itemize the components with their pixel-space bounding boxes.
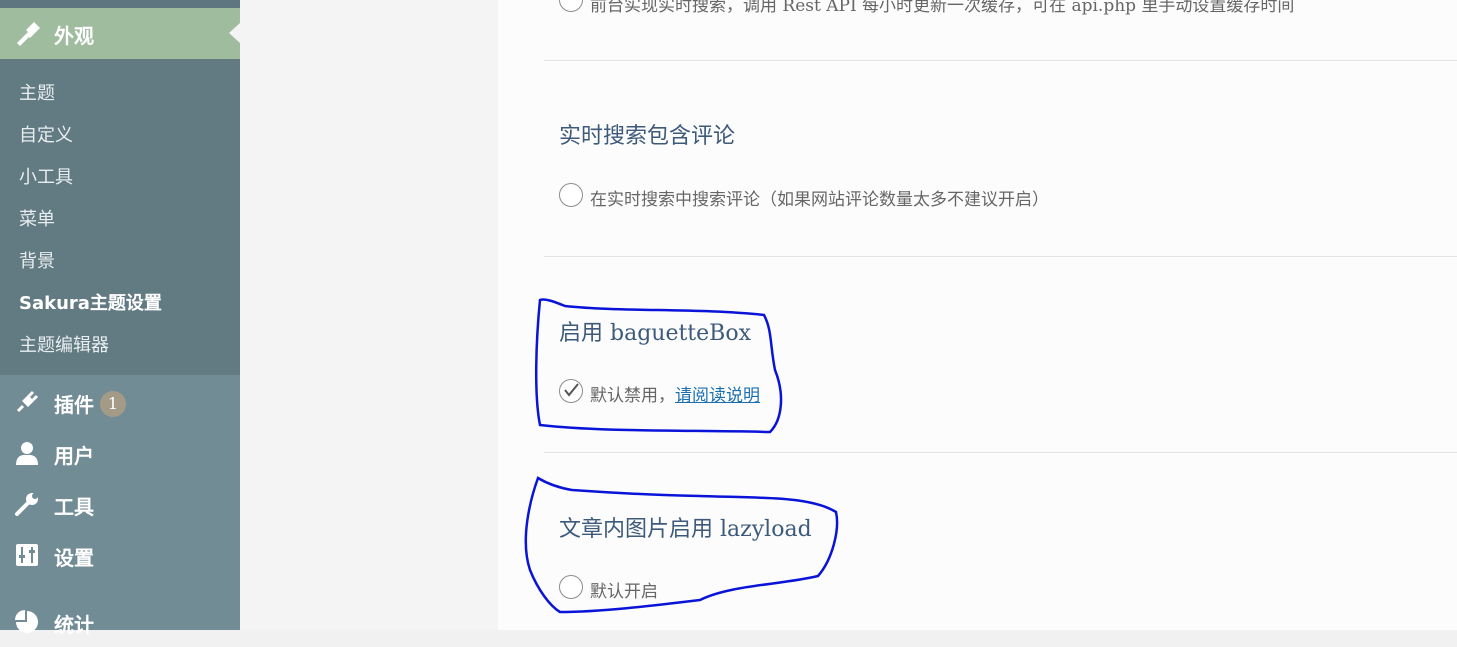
plugin-icon [16, 390, 39, 413]
menu-label-appearance: 外观 [54, 24, 94, 48]
appearance-submenu: 主题 自定义 小工具 菜单 背景 Sakura主题设置 主题编辑器 [0, 59, 240, 375]
checkmark-icon [564, 383, 579, 397]
pie-chart-icon [15, 610, 38, 633]
current-menu-caret [229, 23, 240, 43]
admin-sidebar: 外观 主题 自定义 小工具 菜单 背景 Sakura主题设置 主题编辑器 插件 … [0, 0, 240, 637]
submenu-item-menus[interactable]: 菜单 [19, 205, 55, 231]
user-icon [16, 442, 38, 465]
option-divider [544, 256, 1457, 257]
menu-item-users[interactable]: 用户 [0, 428, 240, 478]
menu-label-plugins: 插件 [54, 393, 94, 417]
submenu-item-themes[interactable]: 主题 [19, 79, 55, 105]
submenu-item-widgets[interactable]: 小工具 [19, 163, 73, 189]
baguettebox-default-text: 默认禁用， [590, 386, 675, 406]
option-divider [544, 60, 1457, 61]
menu-label-tools: 工具 [54, 495, 94, 519]
content-gutter [240, 0, 498, 630]
submenu-item-sakura-settings[interactable]: Sakura主题设置 [19, 289, 162, 315]
menu-item-settings[interactable]: 设置 [0, 530, 240, 580]
option-title-baguettebox: 启用 baguetteBox [559, 321, 751, 346]
baguettebox-readme-link[interactable]: 请阅读说明 [675, 386, 760, 406]
menu-item-appearance[interactable]: 外观 [0, 8, 240, 59]
option-title-search-comments: 实时搜索包含评论 [559, 124, 736, 149]
lazyload-radio[interactable] [559, 575, 583, 599]
submenu-item-theme-editor[interactable]: 主题编辑器 [19, 331, 109, 357]
paintbrush-icon [17, 22, 40, 46]
menu-label-users: 用户 [54, 444, 94, 468]
menu-item-stats[interactable]: 统计 [0, 597, 240, 647]
menu-item-tools[interactable]: 工具 [0, 479, 240, 529]
realtime-search-text: 前台实现实时搜索，调用 Rest API 每小时更新一次缓存，可在 api.ph… [590, 0, 1295, 16]
baguettebox-checkbox[interactable] [559, 379, 583, 403]
search-comments-radio[interactable] [559, 183, 583, 207]
option-title-lazyload: 文章内图片启用 lazyload [559, 517, 812, 542]
menu-label-settings: 设置 [54, 546, 94, 570]
lazyload-text: 默认开启 [590, 582, 658, 602]
submenu-item-customize[interactable]: 自定义 [19, 121, 73, 147]
sidebar-top-strip [0, 0, 240, 8]
submenu-item-background[interactable]: 背景 [19, 247, 55, 273]
settings-sliders-icon [16, 544, 38, 566]
menu-label-stats: 统计 [54, 613, 94, 637]
baguettebox-text: 默认禁用，请阅读说明 [590, 381, 760, 406]
search-comments-text: 在实时搜索中搜索评论（如果网站评论数量太多不建议开启） [590, 190, 1049, 210]
wrench-icon [15, 493, 38, 516]
option-divider [544, 452, 1457, 453]
plugins-update-badge: 1 [100, 391, 126, 417]
menu-item-plugins[interactable]: 插件 1 [0, 377, 240, 427]
